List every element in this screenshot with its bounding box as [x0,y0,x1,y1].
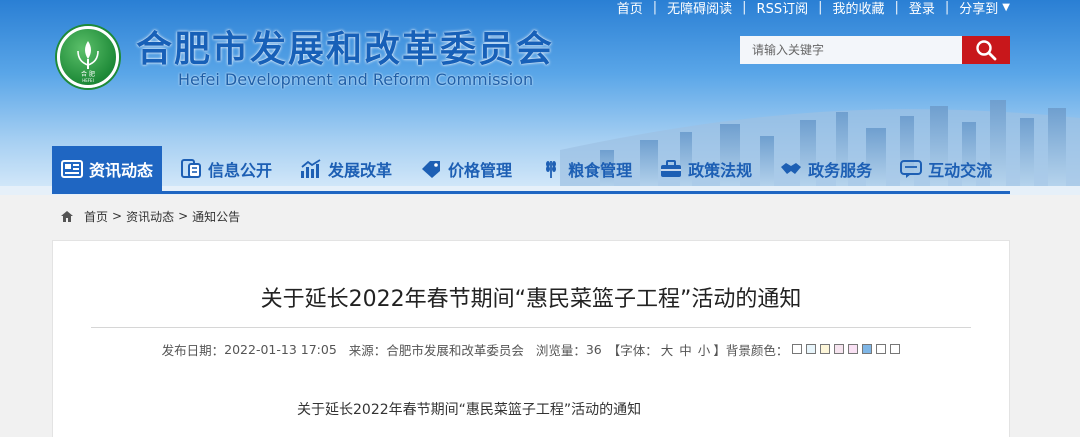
top-links: 首页 | 无障碍阅读 | RSS订阅 | 我的收藏 | 登录 | 分享到 ▼ [617,0,1010,17]
bg-color-swatch[interactable] [876,344,887,354]
bg-color-swatch[interactable] [834,344,845,354]
divider [91,327,971,328]
views-label: 浏览量： [535,343,586,358]
font-size-label: 【字体： [607,343,658,358]
separator: | [944,0,950,15]
wheat-emblem-icon: 合 肥 HEFEI [77,41,99,83]
nav-label: 互动交流 [928,160,993,180]
price-tag-icon [420,158,442,180]
date-label: 发布日期： [161,343,225,358]
top-link-favorites[interactable]: 我的收藏 [832,0,884,17]
bg-color-swatch[interactable] [890,344,901,354]
source: 合肥市发展和改革委员会 [386,343,524,358]
source-label: 来源： [348,343,387,358]
nav-label: 政策法规 [688,160,753,180]
bg-color-swatch[interactable] [792,344,803,354]
nav-label: 政务服务 [808,160,873,180]
handshake-icon [780,158,802,180]
breadcrumb-news[interactable]: 资讯动态 [126,208,174,225]
bg-color-swatch[interactable] [806,344,817,354]
breadcrumb-notices[interactable]: 通知公告 [192,208,240,225]
top-link-login[interactable]: 登录 [909,0,935,17]
svg-text:HEFEI: HEFEI [82,78,94,83]
article-panel: 关于延长2022年春节期间“惠民菜篮子工程”活动的通知 发布日期： 2022-0… [52,240,1010,437]
article-body-first-line: 关于延长2022年春节期间“惠民菜篮子工程”活动的通知 [297,402,642,418]
nav-item-service[interactable]: 政务服务 [770,146,882,191]
nav-label: 价格管理 [448,160,513,180]
bg-color-swatch[interactable] [848,344,859,354]
bar-chart-icon [300,158,322,180]
top-link-share[interactable]: 分享到 [959,0,998,17]
site-subtitle: Hefei Development and Reform Commission [178,70,534,89]
nav-item-news[interactable]: 资讯动态 [52,146,163,191]
search-box [740,36,1010,64]
chat-icon [900,158,923,180]
separator: | [742,0,747,15]
nav-item-policy[interactable]: 政策法规 [650,146,762,191]
nav-label: 信息公开 [208,160,273,180]
separator: | [818,0,823,15]
separator: | [652,0,658,15]
svg-text:合 肥: 合 肥 [81,70,95,78]
nav-item-price[interactable]: 价格管理 [410,146,522,191]
site-header: 首页 | 无障碍阅读 | RSS订阅 | 我的收藏 | 登录 | 分享到 ▼ 合 肥 HEF… [0,0,1080,195]
breadcrumb-separator: > [178,209,189,223]
wheat-icon [540,158,562,180]
top-link-home[interactable]: 首页 [617,0,643,17]
nav-item-development[interactable]: 发展改革 [290,146,402,191]
search-button[interactable] [962,36,1010,64]
font-size-large[interactable]: 大 [661,340,674,359]
nav-label: 粮食管理 [568,160,633,180]
home-icon[interactable] [60,210,74,223]
breadcrumb: 首页 > 资讯动态 > 通知公告 [60,207,240,225]
font-size-label-end: 】 [713,343,726,358]
article-title: 关于延长2022年春节期间“惠民菜篮子工程”活动的通知 [260,287,802,312]
search-icon [976,40,997,61]
nav-item-grain[interactable]: 粮食管理 [530,146,642,191]
briefcase-icon [660,158,682,180]
separator: | [894,0,899,15]
info-icon [180,158,202,180]
publish-date: 2022-01-13 17:05 [224,342,337,357]
top-link-accessibility[interactable]: 无障碍阅读 [667,0,732,17]
nav-item-info[interactable]: 信息公开 [170,146,282,191]
nav-label: 发展改革 [328,160,393,180]
breadcrumb-home[interactable]: 首页 [84,208,108,225]
view-count: 36 [585,342,602,357]
bg-color-label: 背景颜色： [725,343,789,358]
bg-color-swatch[interactable] [820,344,831,354]
bg-color-swatch[interactable] [862,344,873,354]
top-link-rss[interactable]: RSS订阅 [757,0,809,17]
font-size-small[interactable]: 小 [698,340,711,359]
breadcrumb-separator: > [112,209,123,223]
font-size-medium[interactable]: 中 [679,340,692,359]
news-icon [61,158,83,180]
article-meta: 发布日期： 2022-01-13 17:05 来源： 合肥市发展和改革委员会 浏… [53,340,1009,359]
main-nav: 资讯动态 信息公开 发展改革 价格管理 粮食管理 政策法规 政务服务 互动交流 [52,146,1010,194]
nav-item-interaction[interactable]: 互动交流 [890,146,1002,191]
search-input[interactable] [740,36,962,64]
chevron-down-icon[interactable]: ▼ [1002,2,1010,13]
site-title: 合肥市发展和改革委员会 [136,29,555,70]
site-logo[interactable]: 合 肥 HEFEI [57,26,119,88]
nav-label: 资讯动态 [89,160,154,180]
bg-color-swatches [788,342,901,357]
